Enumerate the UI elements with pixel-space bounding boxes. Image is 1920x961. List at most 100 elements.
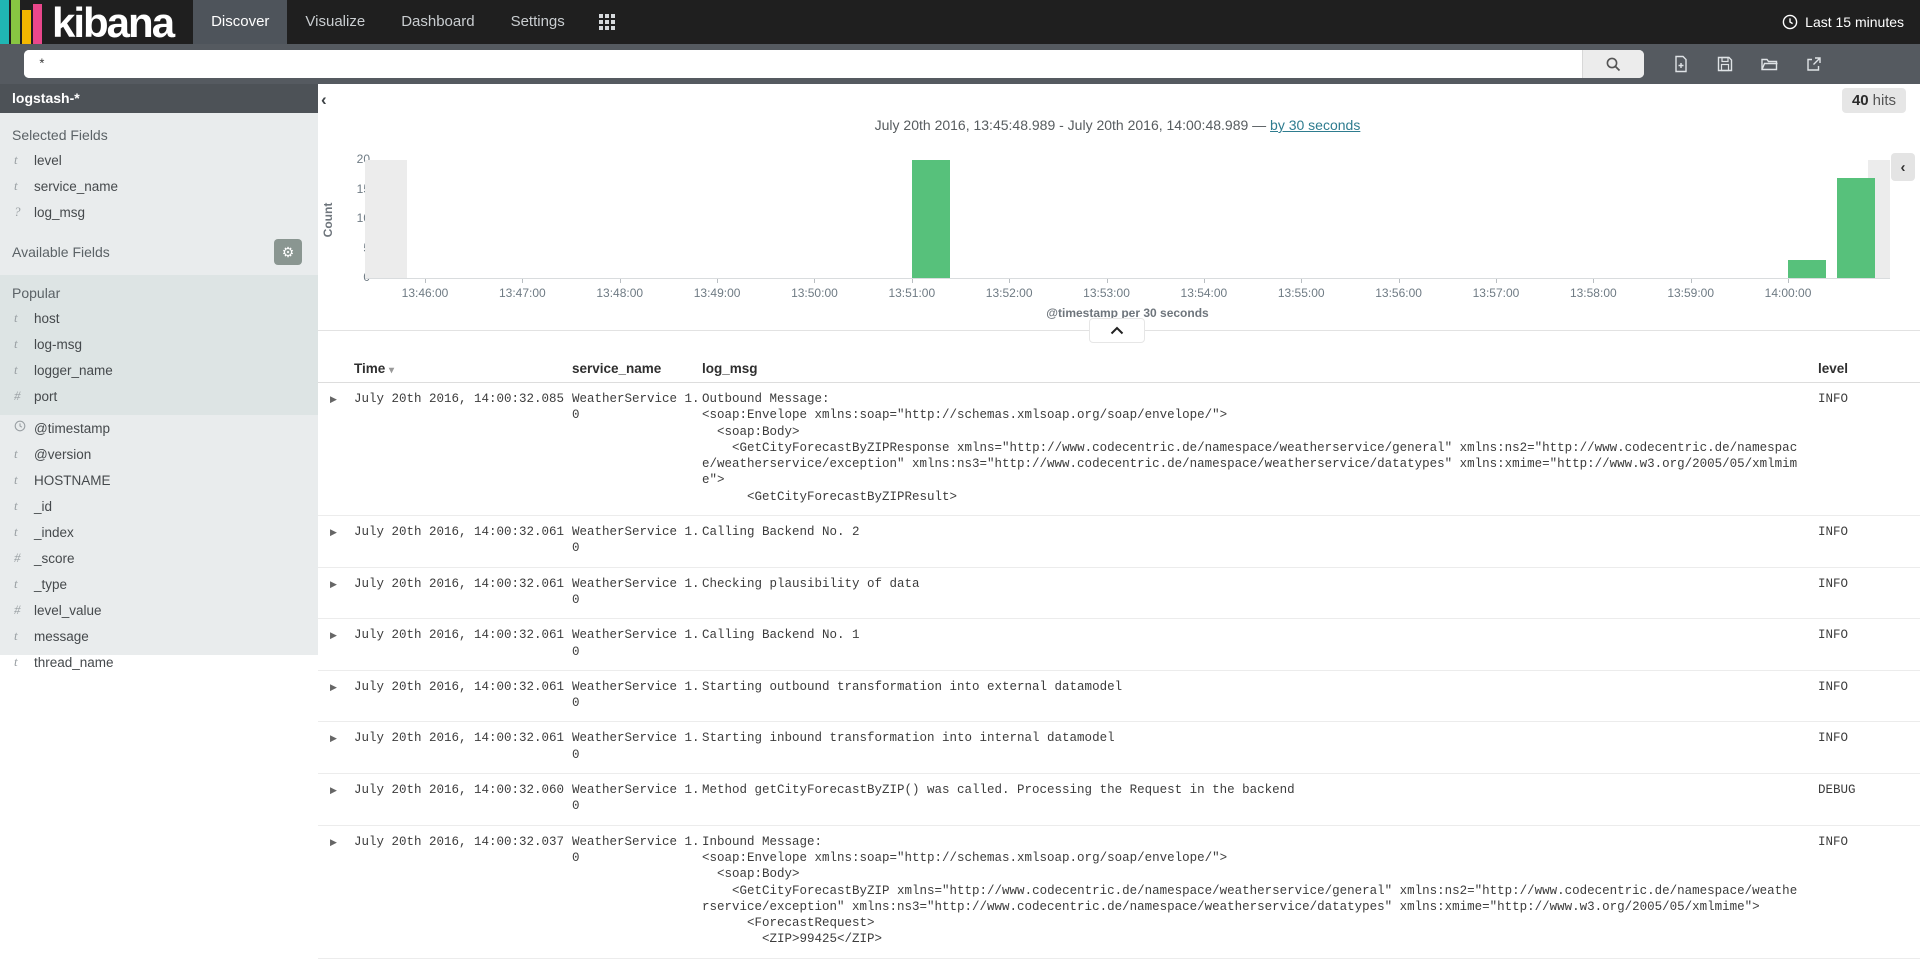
- cell-time: July 20th 2016, 14:00:32.037: [354, 834, 572, 850]
- field-name: @version: [34, 447, 91, 462]
- field-item-HOSTNAME[interactable]: tHOSTNAME: [0, 467, 318, 493]
- available-fields-heading: Available Fields ⚙: [0, 225, 318, 269]
- available-fields-list: @timestampt@versiontHOSTNAMEt_idt_index#…: [0, 415, 318, 675]
- chart-right-collapse-chevron-icon[interactable]: ‹: [1891, 153, 1915, 181]
- search-input[interactable]: [24, 50, 1582, 78]
- selected-fields-heading: Selected Fields: [0, 113, 318, 147]
- histogram-bar[interactable]: [1788, 260, 1826, 278]
- field-item-level[interactable]: tlevel: [0, 147, 318, 173]
- x-tick-label: 13:52:00: [986, 286, 1033, 300]
- field-item-level_value[interactable]: #level_value: [0, 597, 318, 623]
- y-tick-label: 20: [330, 152, 370, 166]
- cell-level: INFO: [1818, 627, 1908, 643]
- field-type-string-icon: t: [14, 654, 34, 670]
- field-item-service_name[interactable]: tservice_name: [0, 173, 318, 199]
- column-header-service-name[interactable]: service_name: [572, 361, 702, 376]
- x-tick-label: 13:49:00: [694, 286, 741, 300]
- field-settings-gear-icon[interactable]: ⚙: [274, 239, 302, 265]
- column-header-level[interactable]: level: [1818, 361, 1908, 376]
- apps-grid-icon[interactable]: [599, 14, 615, 30]
- field-item-_type[interactable]: t_type: [0, 571, 318, 597]
- kibana-logo[interactable]: kibana: [0, 0, 193, 44]
- field-name: log_msg: [34, 205, 85, 220]
- field-type-number-icon: #: [14, 550, 34, 566]
- field-name: log-msg: [34, 337, 82, 352]
- search-pill: [24, 50, 1644, 78]
- field-name: service_name: [34, 179, 118, 194]
- column-header-log-msg[interactable]: log_msg: [702, 361, 1818, 376]
- nav-tab-dashboard[interactable]: Dashboard: [383, 0, 492, 44]
- magnifier-icon: [1605, 56, 1622, 73]
- field-item-@version[interactable]: t@version: [0, 441, 318, 467]
- cell-time: July 20th 2016, 14:00:32.061: [354, 627, 572, 643]
- expand-row-caret-icon[interactable]: ▶: [330, 576, 354, 590]
- field-item-log-msg[interactable]: tlog-msg: [0, 331, 318, 357]
- save-search-button[interactable]: [1716, 55, 1734, 73]
- open-folder-icon: [1760, 55, 1779, 73]
- nav-tab-discover[interactable]: Discover: [193, 0, 287, 44]
- cell-time: July 20th 2016, 14:00:32.061: [354, 679, 572, 695]
- field-item-_id[interactable]: t_id: [0, 493, 318, 519]
- field-type-unknown-icon: ?: [14, 204, 34, 220]
- documents-table: Time ▾ service_name log_msg level ▶July …: [318, 353, 1920, 959]
- expand-row-caret-icon[interactable]: ▶: [330, 730, 354, 744]
- field-name: port: [34, 389, 57, 404]
- table-header-row: Time ▾ service_name log_msg level: [318, 353, 1920, 383]
- column-header-time[interactable]: Time ▾: [354, 361, 572, 376]
- index-pattern-selector[interactable]: logstash-*: [0, 84, 318, 113]
- field-item-thread_name[interactable]: tthread_name: [0, 649, 318, 675]
- kibana-logo-text: kibana: [52, 0, 173, 44]
- cell-level: INFO: [1818, 391, 1908, 407]
- cell-service-name: WeatherService 1.0: [572, 730, 702, 763]
- popular-fields-list: thosttlog-msgtlogger_name#port: [0, 305, 318, 409]
- cell-level: INFO: [1818, 730, 1908, 746]
- histogram-bar[interactable]: [912, 160, 950, 278]
- field-type-string-icon: t: [14, 362, 34, 378]
- share-button[interactable]: [1805, 55, 1823, 73]
- x-tick-label: 13:47:00: [499, 286, 546, 300]
- field-name: host: [34, 311, 60, 326]
- expand-row-caret-icon[interactable]: ▶: [330, 834, 354, 848]
- sidebar-collapse-chevron-icon[interactable]: ‹: [321, 90, 327, 110]
- kibana-logo-stripes-icon: [0, 0, 44, 44]
- kibana-discover-page: kibana DiscoverVisualizeDashboardSetting…: [0, 0, 1920, 961]
- field-item-logger_name[interactable]: tlogger_name: [0, 357, 318, 383]
- interval-link[interactable]: by 30 seconds: [1270, 117, 1360, 133]
- expand-row-caret-icon[interactable]: ▶: [330, 627, 354, 641]
- table-row: ▶July 20th 2016, 14:00:32.085WeatherServ…: [318, 383, 1920, 516]
- search-button[interactable]: [1582, 50, 1644, 78]
- field-item-port[interactable]: #port: [0, 383, 318, 409]
- expand-row-caret-icon[interactable]: ▶: [330, 782, 354, 796]
- table-body: ▶July 20th 2016, 14:00:32.085WeatherServ…: [318, 383, 1920, 959]
- cell-log-msg: Calling Backend No. 1: [702, 627, 1818, 643]
- field-item-_index[interactable]: t_index: [0, 519, 318, 545]
- histogram-bar[interactable]: [1837, 178, 1875, 278]
- cell-log-msg: Checking plausibility of data: [702, 576, 1818, 592]
- chart-time-range-title: July 20th 2016, 13:45:48.989 - July 20th…: [330, 117, 1905, 133]
- field-item-_score[interactable]: #_score: [0, 545, 318, 571]
- nav-tabs: DiscoverVisualizeDashboardSettings: [193, 0, 583, 44]
- time-picker[interactable]: Last 15 minutes: [1782, 0, 1920, 44]
- teal-stripe: [0, 0, 9, 44]
- nav-tab-settings[interactable]: Settings: [493, 0, 583, 44]
- field-name: _index: [34, 525, 74, 540]
- x-tick-label: 13:55:00: [1278, 286, 1325, 300]
- expand-row-caret-icon[interactable]: ▶: [330, 391, 354, 405]
- cell-service-name: WeatherService 1.0: [572, 524, 702, 557]
- nav-tab-visualize[interactable]: Visualize: [287, 0, 383, 44]
- expand-row-caret-icon[interactable]: ▶: [330, 524, 354, 538]
- field-item-log_msg[interactable]: ?log_msg: [0, 199, 318, 225]
- field-item-@timestamp[interactable]: @timestamp: [0, 415, 318, 441]
- x-tick-label: 13:50:00: [791, 286, 838, 300]
- expand-row-caret-icon[interactable]: ▶: [330, 679, 354, 693]
- field-name: level_value: [34, 603, 102, 618]
- open-search-button[interactable]: [1760, 55, 1779, 73]
- cell-time: July 20th 2016, 14:00:32.061: [354, 576, 572, 592]
- new-search-button[interactable]: [1672, 55, 1690, 73]
- field-item-message[interactable]: tmessage: [0, 623, 318, 649]
- x-tick-label: 13:58:00: [1570, 286, 1617, 300]
- field-item-host[interactable]: thost: [0, 305, 318, 331]
- y-tick-label: 10: [330, 211, 370, 225]
- collapse-histogram-button[interactable]: [1089, 318, 1145, 343]
- cell-service-name: WeatherService 1.0: [572, 391, 702, 424]
